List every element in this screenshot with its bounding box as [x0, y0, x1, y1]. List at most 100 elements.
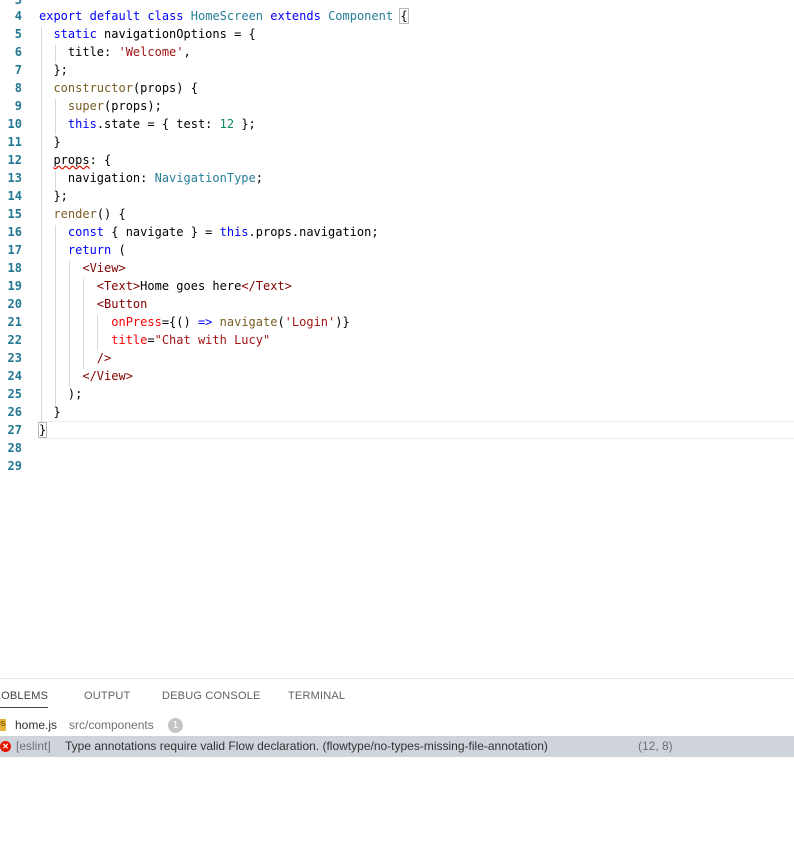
code-token: </Text>: [241, 279, 292, 293]
code-token: class: [147, 9, 184, 23]
code-token: extends: [270, 9, 321, 23]
line-number: 7: [14, 63, 22, 77]
code-token: export: [39, 9, 83, 23]
code-line: 13 navigation: NavigationType;: [0, 169, 794, 187]
code-text: </View>: [39, 367, 133, 385]
line-number: 12: [7, 153, 22, 167]
code-line: 22 title="Chat with Lucy": [0, 331, 794, 349]
tab-problems[interactable]: ROBLEMS: [0, 690, 49, 708]
code-token: : {: [89, 153, 112, 167]
line-number: 26: [7, 405, 22, 419]
code-token: }: [39, 135, 61, 149]
panel-tabs: ROBLEMS OUTPUT DEBUG CONSOLE TERMINAL: [0, 679, 794, 715]
code-text: super(props);: [39, 97, 162, 115]
line-number: 11: [7, 135, 22, 149]
code-line: 20 <Button: [0, 295, 794, 313]
code-line: 21 onPress={() => navigate('Login')}: [0, 313, 794, 331]
code-token: ,: [183, 45, 191, 59]
code-line: 18 <View>: [0, 259, 794, 277]
line-number: 25: [7, 387, 22, 401]
line-number: 21: [7, 315, 22, 329]
code-line: 29: [0, 457, 794, 475]
file-name: home.js: [15, 718, 58, 732]
tab-output[interactable]: OUTPUT: [84, 690, 130, 702]
code-token: Component: [328, 9, 394, 23]
code-token: };: [39, 63, 68, 77]
code-line: 9 super(props);: [0, 97, 794, 115]
code-text: export default class HomeScreen extends …: [39, 7, 409, 25]
code-token: (: [277, 315, 285, 329]
code-token: title:: [39, 45, 119, 59]
code-token: "Chat with Lucy": [154, 333, 271, 347]
code-text: return (: [39, 241, 126, 259]
code-text: navigation: NavigationType;: [39, 169, 263, 187]
code-token: ;: [255, 171, 263, 185]
code-token: (props) {: [132, 81, 198, 95]
problem-message: Type annotations require valid Flow decl…: [65, 739, 548, 753]
line-number: 23: [7, 351, 22, 365]
code-token: </View>: [82, 369, 133, 383]
line-number: 15: [7, 207, 22, 221]
code-token: =>: [197, 315, 213, 329]
line-number: 27: [7, 423, 22, 437]
code-text: };: [39, 61, 68, 79]
code-line: 10 this.state = { test: 12 };: [0, 115, 794, 133]
line-number: 17: [7, 243, 22, 257]
code-token: NavigationType: [154, 171, 256, 185]
js-file-icon: JS: [0, 719, 6, 731]
code-line: 11 }: [0, 133, 794, 151]
line-number: 18: [7, 261, 22, 275]
code-token: )}: [335, 315, 350, 329]
line-number: 24: [7, 369, 22, 383]
code-token: };: [234, 117, 256, 131]
code-text: <View>: [39, 259, 125, 277]
tab-terminal[interactable]: TERMINAL: [288, 690, 345, 702]
code-token: const: [67, 225, 105, 239]
line-number: 9: [14, 99, 22, 113]
problem-count-badge: 1: [168, 718, 183, 733]
code-line: 16 const { navigate } = this.props.navig…: [0, 223, 794, 241]
code-token: super: [67, 99, 105, 113]
bottom-panel: ROBLEMS OUTPUT DEBUG CONSOLE TERMINAL JS…: [0, 678, 794, 847]
code-line: 7 };: [0, 61, 794, 79]
line-number: 22: [7, 333, 22, 347]
code-text: onPress={() => navigate('Login')}: [39, 313, 350, 331]
line-number: 6: [14, 45, 22, 59]
code-text: />: [39, 349, 111, 367]
code-text: <Text>Home goes here</Text>: [39, 277, 292, 295]
code-token: (props);: [104, 99, 162, 113]
code-token: navigate: [219, 315, 278, 329]
code-text: render() {: [39, 205, 125, 223]
code-token: <Text>: [96, 279, 141, 293]
code-line: 26 }: [0, 403, 794, 421]
problem-row[interactable]: ✕ [eslint] Type annotations require vali…: [0, 736, 794, 757]
code-text: constructor(props) {: [39, 79, 198, 97]
code-token: };: [39, 189, 68, 203]
code-line: 8 constructor(props) {: [0, 79, 794, 97]
code-text: };: [39, 187, 68, 205]
tab-debug-console[interactable]: DEBUG CONSOLE: [162, 690, 261, 702]
code-editor[interactable]: 3 4 export default class HomeScreen extend…: [0, 0, 794, 678]
code-line: 6 title: 'Welcome',: [0, 43, 794, 61]
code-line: 28: [0, 439, 794, 457]
code-text: this.state = { test: 12 };: [39, 115, 256, 133]
code-text: <Button: [39, 295, 148, 313]
problems-file-row[interactable]: JS home.js src/components 1: [0, 715, 794, 735]
code-text: const { navigate } = this.props.navigati…: [39, 223, 379, 241]
code-token: default: [89, 9, 141, 23]
code-token: 12: [219, 117, 235, 131]
code-text: );: [39, 385, 82, 403]
